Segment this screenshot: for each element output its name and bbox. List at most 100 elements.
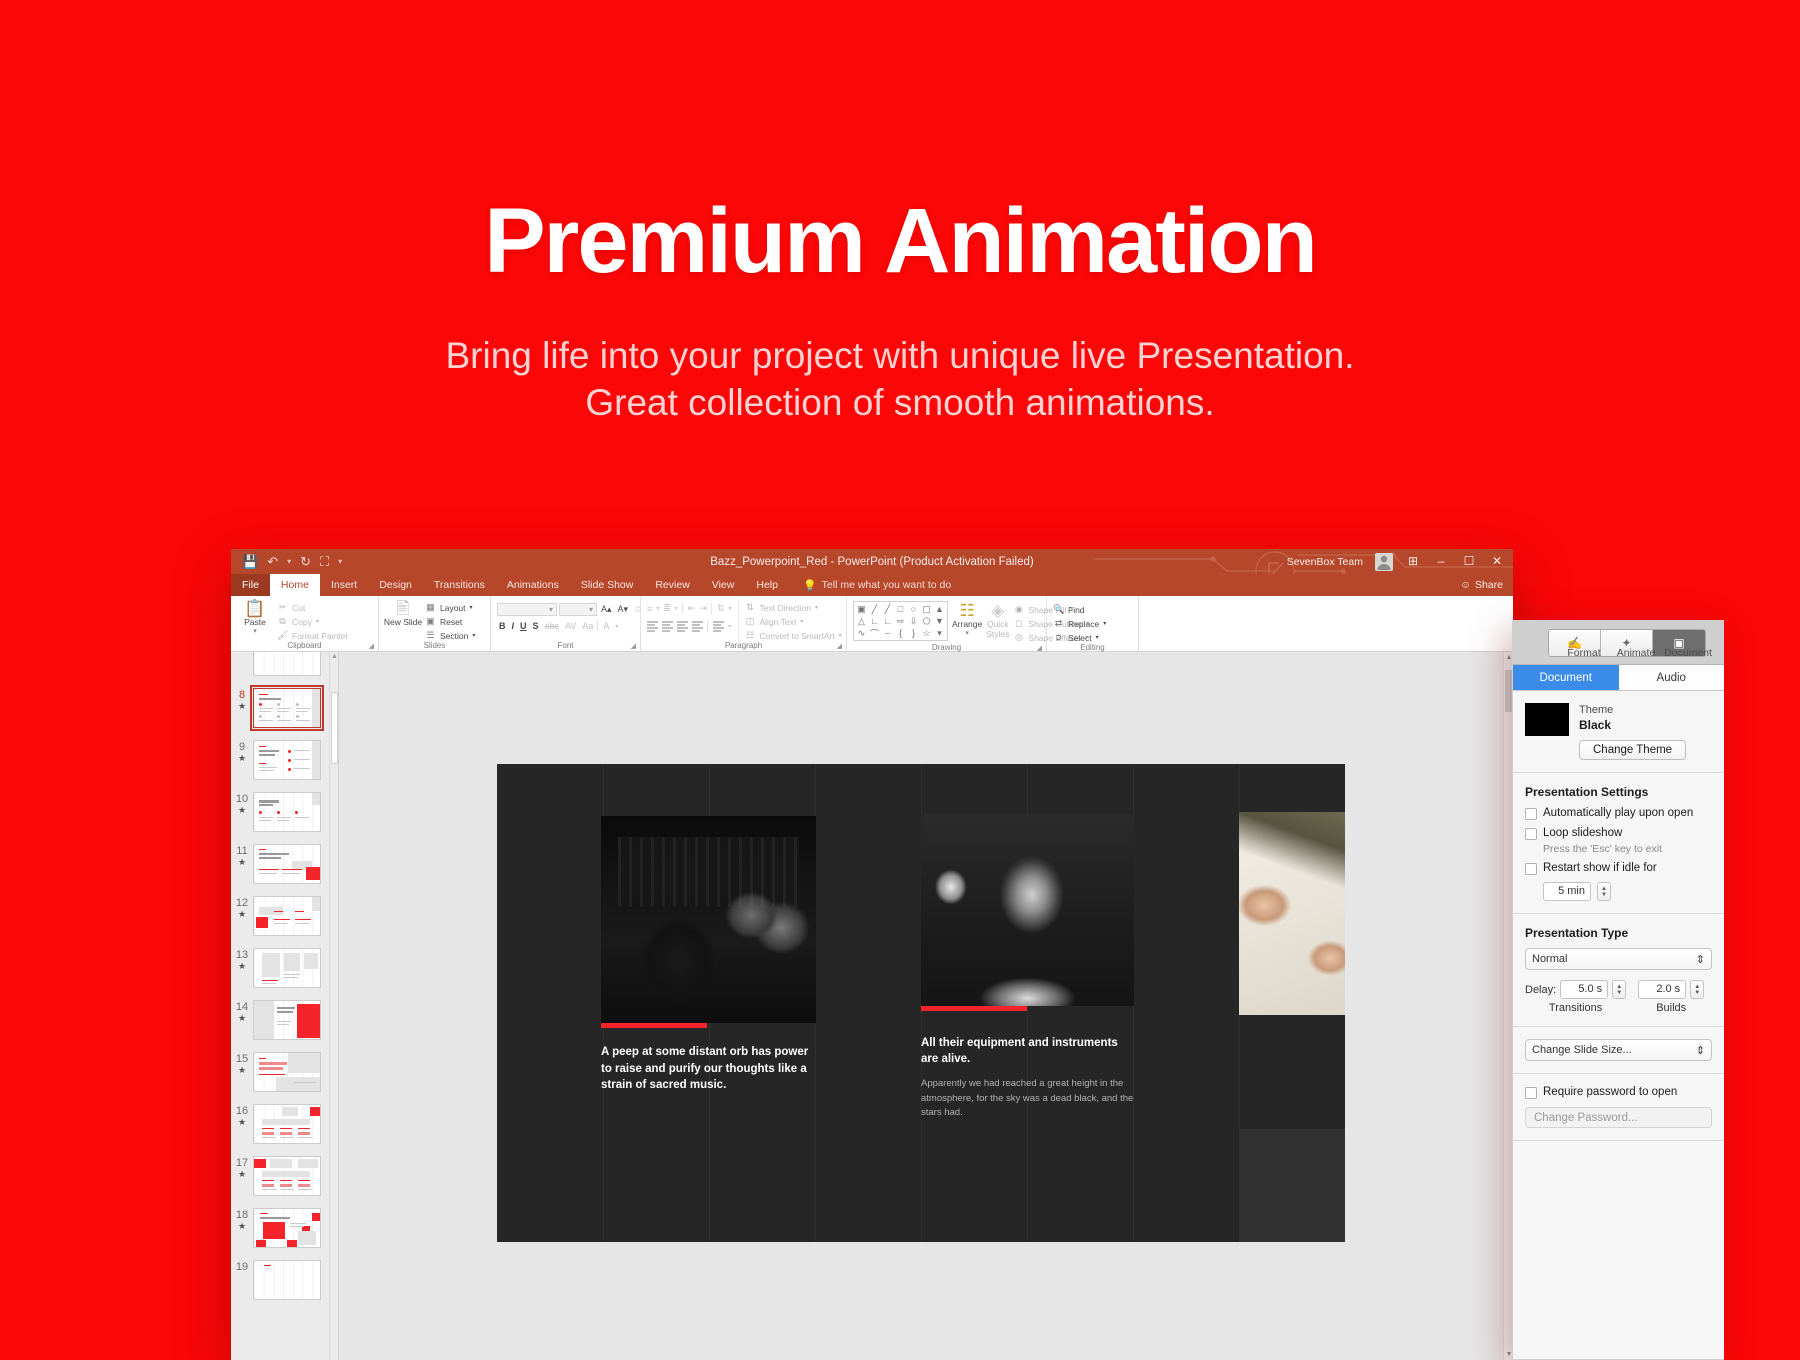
tab-help[interactable]: Help — [745, 574, 789, 596]
tab-design[interactable]: Design — [368, 574, 423, 596]
rounded-rectangle-shape-icon[interactable]: ▢ — [920, 603, 933, 615]
tell-me-search[interactable]: 💡 Tell me what you want to do — [789, 574, 951, 596]
text-direction-dropdown-icon[interactable]: ▾ — [815, 604, 818, 611]
font-size-input[interactable]: ▾ — [559, 603, 597, 616]
slide-thumbnail-pane[interactable]: 7 8★ — [231, 652, 339, 1360]
change-theme-button[interactable]: Change Theme — [1579, 740, 1687, 761]
align-right-icon[interactable] — [677, 621, 688, 632]
close-button[interactable]: ✕ — [1489, 549, 1505, 574]
slide-thumbnail[interactable] — [253, 1260, 321, 1300]
redo-icon[interactable]: ↻ — [300, 555, 311, 568]
oval-shape-icon[interactable]: ○ — [907, 603, 920, 615]
inspector-tabs[interactable]: Document Audio — [1513, 665, 1724, 691]
gallery-up-icon[interactable]: ▲ — [933, 603, 946, 615]
bold-button[interactable]: B — [497, 621, 508, 631]
align-text-dropdown-icon[interactable]: ▾ — [800, 618, 803, 625]
autoplay-checkbox[interactable] — [1525, 808, 1537, 821]
avatar[interactable] — [1375, 552, 1393, 571]
current-slide[interactable]: A peep at some distant orb has power to … — [497, 764, 1345, 1242]
section-dropdown-icon[interactable]: ▾ — [472, 632, 475, 639]
idle-value-field[interactable]: 5 min — [1543, 882, 1591, 902]
text-shadow-button[interactable]: S — [531, 621, 541, 631]
undo-icon[interactable]: ↶ — [267, 555, 278, 568]
star-shape-icon[interactable]: ☆ — [920, 627, 933, 639]
smartart-dropdown-icon[interactable]: ▾ — [839, 632, 842, 639]
list-item[interactable]: 11 ★ — [231, 838, 331, 890]
align-text-button[interactable]: ◫ Align Text ▾ — [745, 616, 842, 627]
font-name-input[interactable]: ▾ — [497, 603, 557, 616]
curve-shape-icon[interactable]: ⌒ — [868, 627, 881, 639]
list-item[interactable]: 18 ★ — [231, 1202, 331, 1254]
require-password-checkbox[interactable] — [1525, 1087, 1537, 1100]
character-spacing-button[interactable]: AV — [563, 621, 578, 631]
maximize-button[interactable]: ☐ — [1461, 549, 1477, 574]
bullet-list-icon[interactable]: ≡ — [647, 604, 652, 614]
stepper-down-icon[interactable]: ▼ — [1601, 892, 1607, 898]
slide-editing-pane[interactable]: A peep at some distant orb has power to … — [339, 652, 1513, 1360]
triangle-shape-icon[interactable]: △ — [855, 615, 868, 627]
minimize-button[interactable]: – — [1433, 549, 1449, 574]
slide-caption-1[interactable]: A peep at some distant orb has power to … — [601, 1044, 815, 1094]
slide-heading-2[interactable]: All their equipment and instruments are … — [921, 1036, 1135, 1067]
layout-dropdown-icon[interactable]: ▾ — [470, 604, 473, 611]
change-password-button[interactable]: Change Password... — [1525, 1107, 1712, 1129]
slide-body-2[interactable]: Apparently we had reached a great height… — [921, 1077, 1135, 1121]
slide-thumbnail[interactable] — [253, 948, 321, 988]
increase-indent-icon[interactable]: ⇥ — [699, 603, 707, 614]
numbered-dropdown-icon[interactable]: ▾ — [675, 605, 678, 612]
align-center-icon[interactable] — [662, 621, 673, 632]
tab-view[interactable]: View — [701, 574, 746, 596]
list-item[interactable]: 19 — [231, 1254, 331, 1306]
align-left-icon[interactable] — [647, 621, 658, 632]
replace-button[interactable]: ⇄ Replace ▾ — [1053, 618, 1106, 629]
list-item[interactable]: 13 ★ — [231, 942, 331, 994]
slide-thumbnail[interactable] — [253, 740, 321, 780]
arrange-button[interactable]: ☷ Arrange ▾ — [952, 601, 982, 638]
list-item[interactable]: 12 ★ — [231, 890, 331, 942]
drawing-dialog-launcher-icon[interactable]: ◢ — [1037, 644, 1042, 652]
line-spacing-icon[interactable]: ⇅ — [710, 603, 724, 614]
gallery-more-icon[interactable]: ▾ — [933, 627, 946, 639]
format-painter-button[interactable]: 🖌 Format Painter — [277, 630, 348, 641]
new-slide-button[interactable]: 🖹 New Slide — [384, 599, 422, 628]
find-button[interactable]: 🔍 Find — [1053, 604, 1106, 615]
tab-slide-show[interactable]: Slide Show — [570, 574, 645, 596]
cut-button[interactable]: ✂ Cut — [277, 602, 348, 613]
tab-home[interactable]: Home — [269, 574, 320, 596]
thumbnail-scrollbar[interactable]: ▲ — [329, 652, 338, 1360]
slide-thumbnail[interactable] — [253, 844, 321, 884]
tab-file[interactable]: File — [231, 574, 270, 596]
tab-insert[interactable]: Insert — [320, 574, 368, 596]
slide-thumbnail[interactable] — [253, 896, 321, 936]
transitions-stepper[interactable]: ▲ ▼ — [1612, 980, 1627, 1000]
tab-audio[interactable]: Audio — [1619, 665, 1725, 690]
shapes-gallery[interactable]: ▣ ╱ ╱ □ ○ ▢ ▲ △ ∟ ∟ ⇨ ⇩ ⬠ ▼ ∿ ⌒ ⌣ {} ☆ … — [853, 601, 948, 641]
slide-size-select[interactable]: Change Slide Size... ⇕ — [1525, 1039, 1712, 1062]
copy-button[interactable]: ⧉ Copy ▾ — [277, 616, 348, 627]
clipboard-dialog-launcher-icon[interactable]: ◢ — [369, 642, 374, 650]
arrange-dropdown-icon[interactable]: ▾ — [965, 630, 969, 638]
paste-button[interactable]: 📋 Paste ▾ — [237, 599, 273, 636]
font-size-chevron-down-icon[interactable]: ▾ — [589, 605, 593, 614]
text-box-shape-icon[interactable]: ▣ — [855, 603, 868, 615]
elbow-shape-icon[interactable]: ∟ — [868, 615, 881, 627]
account-name[interactable]: SevenBox Team — [1287, 556, 1363, 568]
slide-thumbnail-selected[interactable] — [250, 685, 324, 731]
tab-review[interactable]: Review — [644, 574, 700, 596]
change-case-button[interactable]: Aa — [580, 621, 595, 631]
slide-thumbnail[interactable] — [253, 792, 321, 832]
loop-option[interactable]: Loop slideshow — [1525, 827, 1712, 841]
restart-option[interactable]: Restart show if idle for — [1525, 862, 1712, 876]
scroll-up-icon[interactable]: ▲ — [330, 653, 338, 660]
underline-button[interactable]: U — [518, 621, 529, 631]
increase-font-size-icon[interactable]: A▴ — [599, 604, 614, 615]
ribbon-tab-strip[interactable]: File Home Insert Design Transitions Anim… — [231, 574, 1513, 596]
paragraph-dialog-launcher-icon[interactable]: ◢ — [837, 642, 842, 650]
list-item[interactable]: 7 — [231, 652, 331, 682]
italic-button[interactable]: I — [510, 621, 517, 631]
columns-dropdown-icon[interactable]: ▾ — [728, 623, 731, 630]
rectangle-shape-icon[interactable]: □ — [894, 603, 907, 615]
idle-stepper-row[interactable]: 5 min ▲ ▼ — [1543, 882, 1712, 902]
arc-shape-icon[interactable]: ⌣ — [881, 627, 894, 639]
right-arrow-shape-icon[interactable]: ⇨ — [894, 615, 907, 627]
